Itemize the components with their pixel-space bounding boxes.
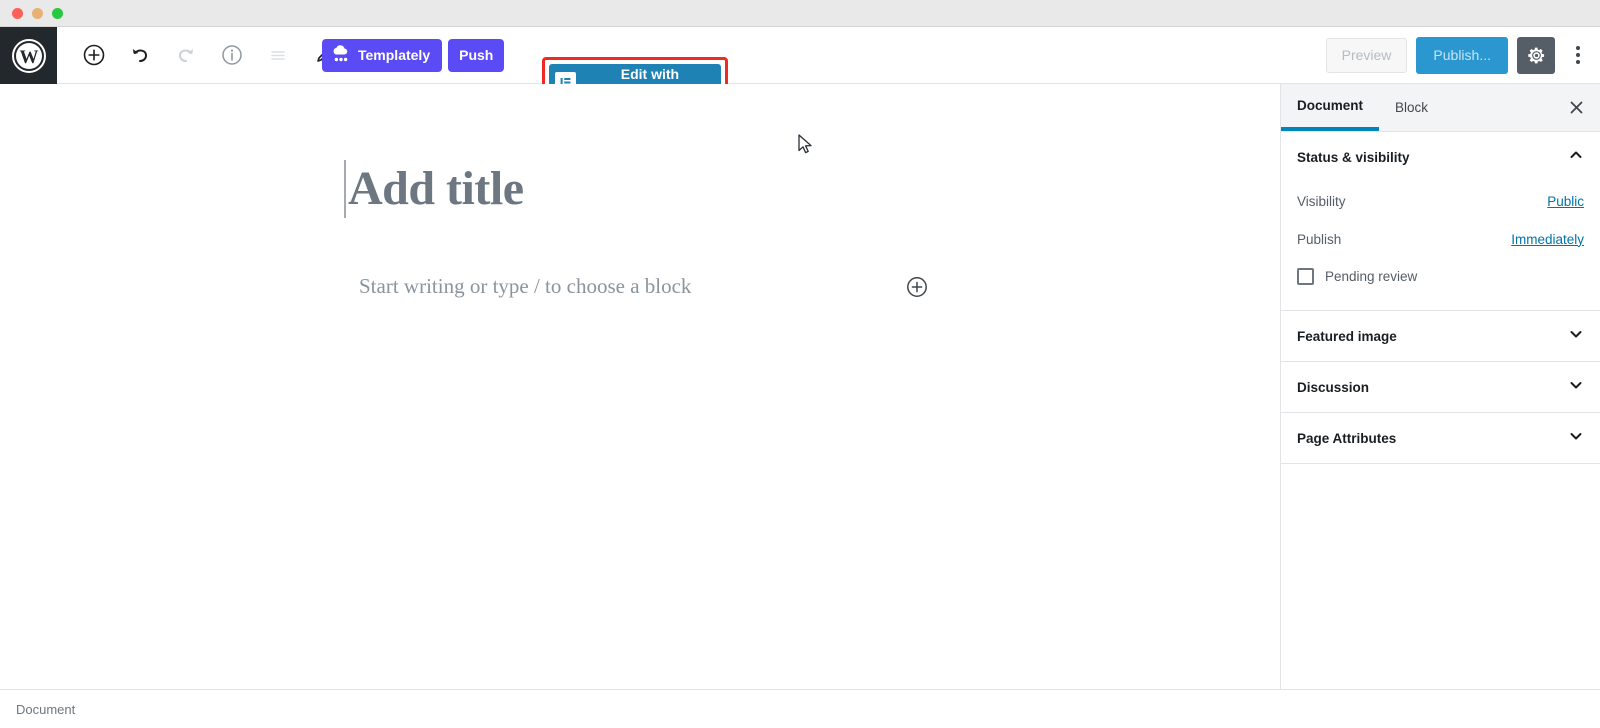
templately-button-label: Templately [358, 47, 431, 63]
chevron-down-icon [1568, 428, 1584, 449]
kebab-menu-icon [1576, 46, 1580, 50]
close-window-button[interactable] [12, 8, 23, 19]
preview-button[interactable]: Preview [1325, 37, 1408, 73]
sidebar-tabs: Document Block [1281, 84, 1600, 132]
visibility-value-button[interactable]: Public [1547, 194, 1584, 209]
panel-status-visibility: Status & visibility Visibility Public Pu… [1281, 132, 1600, 311]
visibility-label: Visibility [1297, 193, 1346, 209]
publish-button[interactable]: Publish... [1416, 36, 1508, 74]
panel-featured-image: Featured image [1281, 311, 1600, 362]
templately-button[interactable]: Templately [322, 38, 443, 72]
maximize-window-button[interactable] [52, 8, 63, 19]
row-publish: Publish Immediately [1297, 220, 1584, 258]
panel-status-visibility-body: Visibility Public Publish Immediately Pe… [1281, 182, 1600, 310]
text-caret [344, 160, 346, 218]
post-title-placeholder: Add title [348, 162, 524, 215]
status-bar: Document [0, 689, 1600, 728]
add-block-icon[interactable] [79, 40, 109, 70]
post-title-field[interactable]: Add title [344, 160, 524, 218]
publish-label: Publish [1297, 231, 1342, 247]
push-button[interactable]: Push [448, 38, 505, 72]
panel-page-attributes-header[interactable]: Page Attributes [1281, 413, 1600, 463]
plus-circle-icon[interactable] [905, 275, 929, 299]
panel-discussion: Discussion [1281, 362, 1600, 413]
toolbar-actions: Preview Publish... [1325, 27, 1592, 83]
minimize-window-button[interactable] [32, 8, 43, 19]
panel-featured-image-title: Featured image [1297, 328, 1397, 344]
kebab-menu-icon [1576, 53, 1580, 57]
kebab-menu-icon [1576, 60, 1580, 64]
window-titlebar [0, 0, 1600, 27]
document-settings-sidebar: Document Block Status & visibility Visib… [1281, 84, 1600, 689]
pending-review-checkbox[interactable] [1297, 267, 1314, 285]
default-block[interactable]: Start writing or type / to choose a bloc… [359, 274, 929, 299]
panel-page-attributes: Page Attributes [1281, 413, 1600, 464]
block-placeholder-text: Start writing or type / to choose a bloc… [359, 274, 692, 298]
panel-discussion-title: Discussion [1297, 379, 1370, 395]
editor-canvas[interactable]: Add title Start writing or type / to cho… [0, 84, 1281, 689]
pending-review-label: Pending review [1325, 268, 1418, 284]
tab-block[interactable]: Block [1379, 85, 1444, 131]
window-controls [12, 8, 63, 19]
close-icon [1570, 101, 1582, 113]
status-bar-label: Document [16, 701, 76, 717]
panel-page-attributes-title: Page Attributes [1297, 430, 1397, 446]
tab-document-label: Document [1297, 98, 1364, 113]
undo-icon[interactable] [125, 40, 155, 70]
svg-text:W: W [19, 47, 38, 68]
close-sidebar-button[interactable] [1564, 95, 1588, 119]
tab-block-label: Block [1395, 100, 1429, 115]
gear-icon [1527, 47, 1544, 63]
panel-featured-image-header[interactable]: Featured image [1281, 311, 1600, 361]
wordpress-logo-button[interactable]: W [0, 27, 57, 84]
plugin-button-group: Templately Push [322, 27, 505, 83]
list-view-icon[interactable] [263, 40, 293, 70]
row-pending-review: Pending review [1297, 258, 1584, 294]
chevron-up-icon [1568, 147, 1584, 168]
panel-status-visibility-header[interactable]: Status & visibility [1281, 132, 1600, 182]
wordpress-logo-icon: W [11, 38, 46, 73]
panel-discussion-header[interactable]: Discussion [1281, 362, 1600, 412]
redo-icon [171, 40, 201, 70]
publish-value-button[interactable]: Immediately [1511, 232, 1584, 247]
templately-cloud-icon [330, 44, 352, 67]
editor-toolbar: Templately Push Edit with Elementor Prev… [57, 27, 1600, 107]
chevron-down-icon [1568, 326, 1584, 347]
row-visibility: Visibility Public [1297, 182, 1584, 220]
chevron-down-icon [1568, 377, 1584, 398]
tab-document[interactable]: Document [1281, 85, 1380, 131]
content-info-icon[interactable] [217, 40, 247, 70]
settings-button[interactable] [1517, 36, 1555, 74]
toolbar-icon-group [79, 27, 339, 83]
preview-button-label: Preview [1341, 47, 1392, 63]
panel-status-visibility-title: Status & visibility [1297, 149, 1410, 165]
more-options-button[interactable] [1564, 37, 1592, 74]
publish-button-label: Publish... [1433, 47, 1491, 63]
push-button-label: Push [459, 47, 494, 63]
